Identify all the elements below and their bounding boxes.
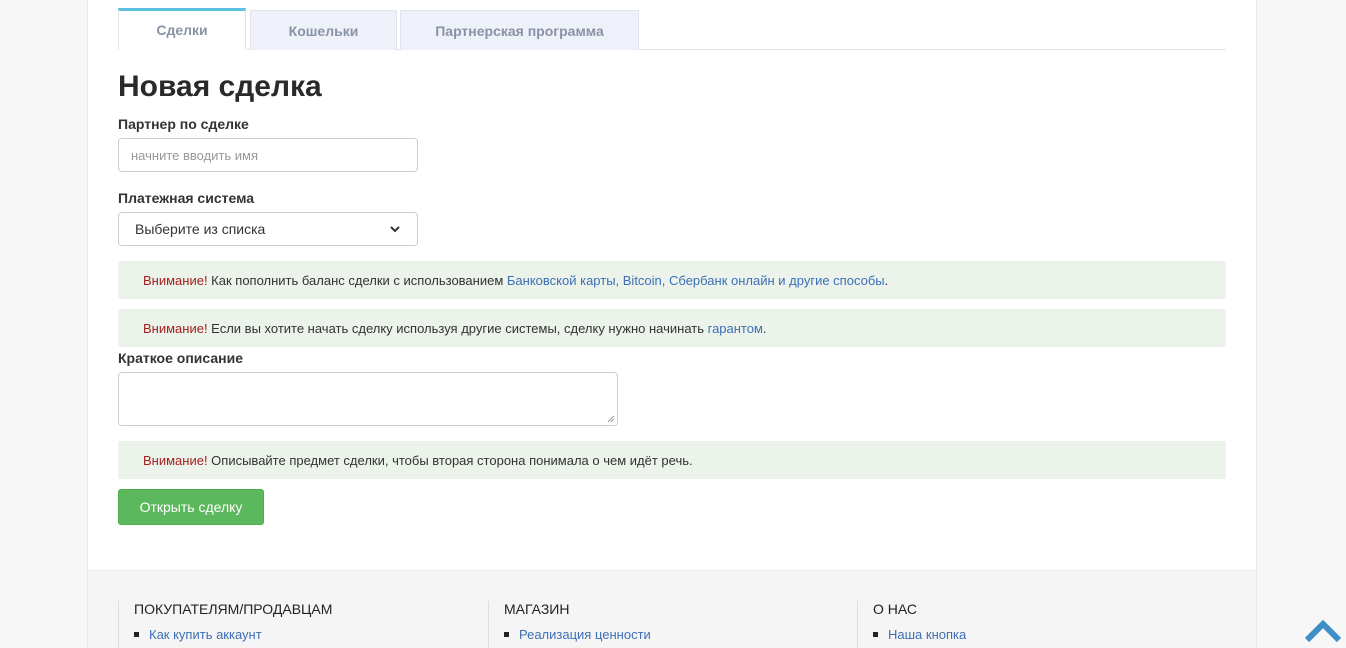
footer-col-title: МАГАЗИН — [504, 601, 570, 617]
page-title: Новая сделка — [118, 70, 322, 103]
description-label: Краткое описание — [118, 350, 243, 366]
footer-col-shop: МАГАЗИН Реализация ценности — [488, 601, 651, 648]
payment-label: Платежная система — [118, 190, 255, 206]
footer-link-value-sale[interactable]: Реализация ценности — [519, 627, 651, 642]
scroll-to-top-chevron-up-icon[interactable] — [1305, 618, 1341, 644]
bullet-icon — [504, 632, 509, 637]
tab-deals[interactable]: Сделки — [118, 8, 246, 50]
partner-label: Партнер по сделке — [118, 116, 249, 132]
alert-tail: . — [762, 320, 767, 336]
resize-grip-icon[interactable] — [607, 415, 615, 423]
chevron-down-icon — [390, 226, 400, 233]
alert-warn-label: Внимание! — [143, 320, 208, 336]
alert-text: Если вы хотите начать сделку используя д… — [207, 320, 708, 336]
tab-bar: Сделки Кошельки Партнерская программа — [118, 8, 1226, 50]
footer-col-buyers: ПОКУПАТЕЛЯМ/ПРОДАВЦАМ Как купить аккаунт — [118, 601, 332, 648]
footer-link-how-to-buy[interactable]: Как купить аккаунт — [149, 627, 262, 642]
footer-link-item: Наша кнопка — [873, 627, 966, 642]
alert-balance: Внимание! Как пополнить баланс сделки с … — [118, 261, 1226, 299]
open-deal-button[interactable]: Открыть сделку — [118, 489, 264, 525]
alert-warn-label: Внимание! — [143, 452, 208, 468]
footer-col-title: ПОКУПАТЕЛЯМ/ПРОДАВЦАМ — [134, 601, 333, 617]
alert-link-payment-methods[interactable]: Банковской карты, Bitcoin, Сбербанк онла… — [507, 273, 885, 288]
tab-wallets[interactable]: Кошельки — [250, 10, 397, 50]
alert-text: Описывайте предмет сделки, чтобы вторая … — [207, 452, 693, 468]
footer-col-title: О НАС — [873, 601, 918, 617]
payment-select[interactable]: Выберите из списка — [118, 212, 418, 246]
description-textarea[interactable] — [118, 372, 618, 426]
alert-warn-label: Внимание! — [143, 272, 208, 288]
footer-link-item: Реализация ценности — [504, 627, 651, 642]
footer-link-our-button[interactable]: Наша кнопка — [888, 627, 966, 642]
tab-partner-program[interactable]: Партнерская программа — [400, 10, 639, 50]
bullet-icon — [873, 632, 878, 637]
footer-link-item: Как купить аккаунт — [134, 627, 332, 642]
alert-link-guarantor[interactable]: гарантом — [708, 321, 763, 336]
partner-input-placeholder: начните вводить имя — [131, 147, 259, 163]
partner-input[interactable]: начните вводить имя — [118, 138, 418, 172]
alert-tail: . — [884, 272, 889, 288]
footer: ПОКУПАТЕЛЯМ/ПРОДАВЦАМ Как купить аккаунт… — [87, 570, 1257, 648]
alert-description: Внимание! Описывайте предмет сделки, что… — [118, 441, 1226, 479]
bullet-icon — [134, 632, 139, 637]
footer-col-about: О НАС Наша кнопка — [857, 601, 966, 648]
alert-guarantor: Внимание! Если вы хотите начать сделку и… — [118, 309, 1226, 347]
alert-text: Как пополнить баланс сделки с использова… — [207, 272, 507, 288]
payment-select-value: Выберите из списка — [135, 221, 266, 237]
